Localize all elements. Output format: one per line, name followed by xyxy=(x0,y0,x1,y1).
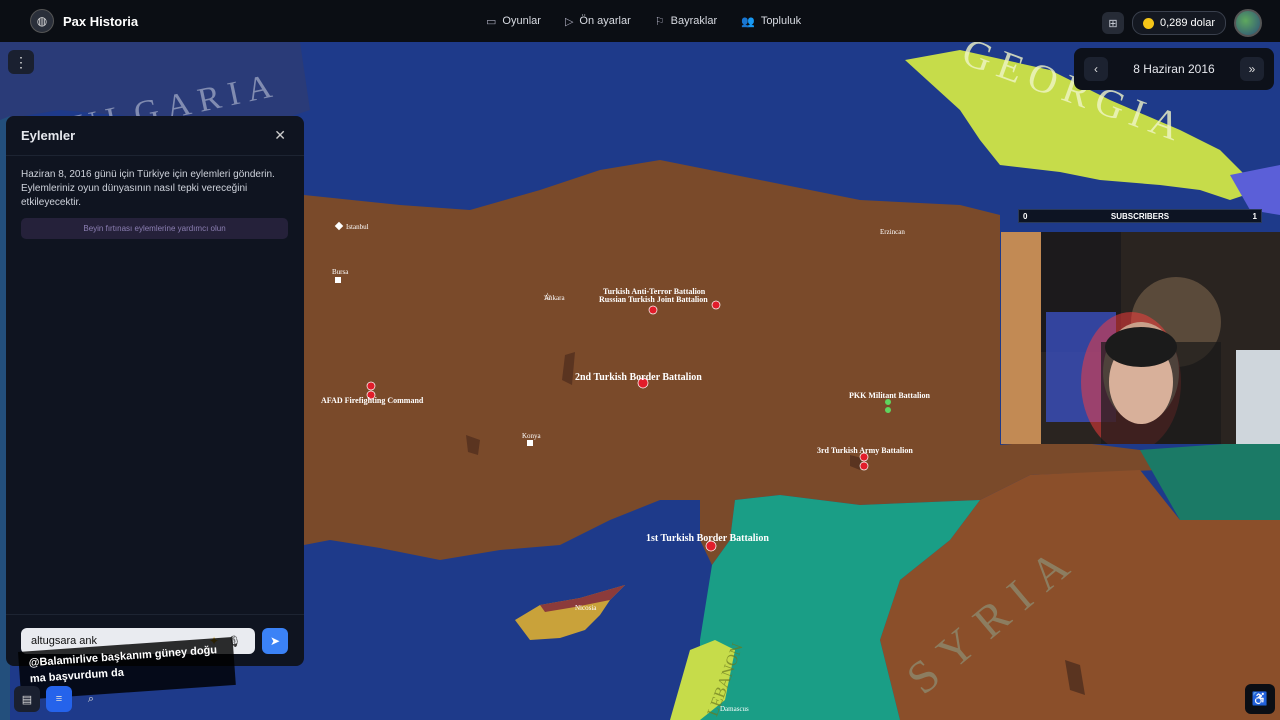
brainstorm-button[interactable]: Beyin fırtınası eylemlerine yardımcı olu… xyxy=(21,218,288,239)
list-icon: ≡ xyxy=(55,693,63,705)
flag-icon: ⚐ xyxy=(654,15,665,28)
webcam-image xyxy=(1001,232,1280,444)
play-icon: ▷ xyxy=(564,15,574,28)
svg-text:Russian Turkish Joint Battalio: Russian Turkish Joint Battalion xyxy=(599,295,708,304)
nav-item-topluluk[interactable]: 👥 Topluluk xyxy=(741,15,801,28)
app-logo[interactable]: ◍ Pax Historia xyxy=(30,9,138,33)
chevron-left-icon: ‹ xyxy=(1094,62,1098,76)
panel-description: Haziran 8, 2016 günü için Türkiye için e… xyxy=(21,169,275,208)
svg-text:Ankara: Ankara xyxy=(544,294,565,302)
gift-icon[interactable]: ⊞ xyxy=(1101,12,1124,34)
panel-title: Eylemler xyxy=(21,128,76,143)
subscribers-right-count: 1 xyxy=(1252,211,1257,221)
divider xyxy=(6,614,304,615)
search-icon: ⌕ xyxy=(87,692,95,705)
chat-button[interactable]: ▤ xyxy=(14,686,40,712)
nav-label: Ön ayarlar xyxy=(579,15,631,27)
previous-date-button[interactable]: ‹ xyxy=(1084,57,1108,81)
accessibility-button[interactable]: ♿ xyxy=(1245,684,1275,714)
nav-label: Topluluk xyxy=(760,15,802,27)
send-button[interactable]: ➤ xyxy=(262,628,288,654)
svg-text:Istanbul: Istanbul xyxy=(346,223,369,231)
subscribers-left-count: 0 xyxy=(1023,211,1028,221)
users-icon: 👥 xyxy=(741,15,755,28)
divider xyxy=(6,155,304,156)
close-icon[interactable]: ✕ xyxy=(274,127,286,144)
date-controls: ‹ 8 Haziran 2016 » xyxy=(1074,48,1274,90)
subscribers-bar: 0 SUBSCRIBERS 1 xyxy=(1018,209,1262,223)
advance-date-button[interactable]: » xyxy=(1239,57,1264,81)
svg-text:Nicosia: Nicosia xyxy=(575,604,597,612)
app-name: Pax Historia xyxy=(63,13,139,29)
svg-text:Konya: Konya xyxy=(522,432,542,440)
svg-text:AFAD Firefighting Command: AFAD Firefighting Command xyxy=(321,396,424,405)
nav-item-oyunlar[interactable]: ▭ Oyunlar xyxy=(486,15,541,28)
svg-text:Bursa: Bursa xyxy=(332,268,349,276)
subscribers-label: SUBSCRIBERS xyxy=(1110,211,1170,221)
svg-text:3rd Turkish Army Battalion: 3rd Turkish Army Battalion xyxy=(817,446,913,455)
actions-panel: Eylemler ✕ Haziran 8, 2016 günü için Tür… xyxy=(6,116,304,666)
accessibility-icon: ♿ xyxy=(1251,691,1269,706)
svg-text:Damascus: Damascus xyxy=(720,705,749,713)
nav-label: Oyunlar xyxy=(502,15,541,27)
bottom-left-controls: ▤ ≡ ⌕ xyxy=(14,686,104,712)
nav-item-bayraklar[interactable]: ⚐ Bayraklar xyxy=(655,15,717,28)
svg-text:2nd Turkish Border Battalion: 2nd Turkish Border Battalion xyxy=(575,372,702,383)
top-right-controls: ⊞ 0,289 dolar xyxy=(1101,9,1262,37)
avatar[interactable] xyxy=(1234,9,1262,37)
message-icon: ▤ xyxy=(21,693,33,706)
globe-icon: ◍ xyxy=(30,9,54,33)
actions-button[interactable]: ≡ xyxy=(46,686,72,712)
main-nav: ▭ Oyunlar ▷ Ön ayarlar ⚐ Bayraklar 👥 Top… xyxy=(486,0,801,42)
gamepad-icon: ▭ xyxy=(486,15,497,28)
balance-button[interactable]: 0,289 dolar xyxy=(1131,11,1226,35)
send-icon: ➤ xyxy=(269,634,281,648)
nav-item-on-ayarlar[interactable]: ▷ Ön ayarlar xyxy=(565,15,631,28)
svg-text:PKK Militant Battalion: PKK Militant Battalion xyxy=(849,391,930,400)
coin-icon xyxy=(1142,17,1154,29)
webcam-overlay xyxy=(1001,232,1280,444)
balance-value: 0,289 dolar xyxy=(1159,17,1215,29)
search-button[interactable]: ⌕ xyxy=(78,686,104,712)
svg-text:Erzincan: Erzincan xyxy=(880,228,905,236)
nav-label: Bayraklar xyxy=(670,15,718,27)
current-date: 8 Haziran 2016 xyxy=(1133,62,1215,76)
svg-text:1st Turkish Border Battalion: 1st Turkish Border Battalion xyxy=(646,533,769,544)
top-bar: ◍ Pax Historia ▭ Oyunlar ▷ Ön ayarlar ⚐ … xyxy=(0,0,1280,42)
double-chevron-right-icon: » xyxy=(1248,62,1256,76)
more-vertical-icon: ⋮ xyxy=(14,53,28,70)
more-menu-button[interactable]: ⋮ xyxy=(8,50,34,74)
